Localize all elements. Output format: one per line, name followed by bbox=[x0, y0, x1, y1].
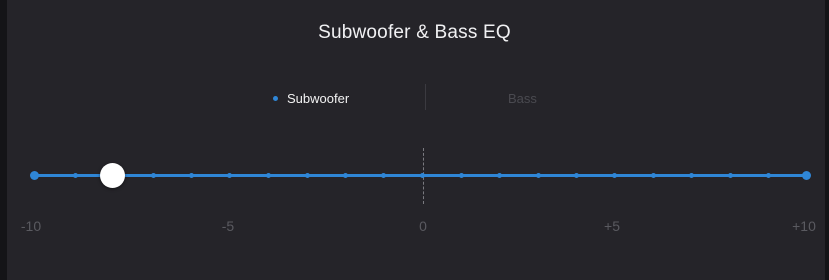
scale-label-minus-five: -5 bbox=[221, 218, 235, 234]
slider-tick bbox=[574, 173, 579, 178]
scale-label-plus-five: +5 bbox=[604, 218, 620, 234]
slider-tick bbox=[305, 173, 310, 178]
slider-tick bbox=[689, 173, 694, 178]
page-title: Subwoofer & Bass EQ bbox=[318, 22, 511, 43]
tab-subwoofer[interactable]: Subwoofer bbox=[273, 91, 349, 106]
scale-label-max: +10 bbox=[792, 218, 816, 234]
slider-tick bbox=[227, 173, 232, 178]
slider-tick bbox=[343, 173, 348, 178]
scale-label-min: -10 bbox=[20, 218, 42, 234]
tab-bass[interactable]: Bass bbox=[508, 91, 537, 106]
slider-tick bbox=[381, 173, 386, 178]
slider-tick bbox=[612, 173, 617, 178]
tab-divider bbox=[425, 84, 426, 110]
slider-max-endpoint bbox=[802, 171, 811, 180]
slider-tick bbox=[766, 173, 771, 178]
slider-min-endpoint bbox=[30, 171, 39, 180]
tab-bass-label: Bass bbox=[508, 91, 537, 106]
slider-thumb[interactable] bbox=[99, 163, 125, 188]
tab-subwoofer-label: Subwoofer bbox=[287, 91, 350, 106]
slider-tick bbox=[536, 173, 541, 178]
slider-tick bbox=[651, 173, 656, 178]
slider-tick bbox=[151, 173, 156, 178]
slider-tick bbox=[420, 173, 425, 178]
slider-tick bbox=[189, 173, 194, 178]
slider-tick bbox=[459, 173, 464, 178]
slider-tick bbox=[73, 173, 78, 178]
active-tab-indicator-icon bbox=[273, 96, 278, 101]
slider-tick bbox=[728, 173, 733, 178]
slider-tick bbox=[497, 173, 502, 178]
scale-label-zero: 0 bbox=[419, 218, 427, 234]
slider-tick bbox=[266, 173, 271, 178]
